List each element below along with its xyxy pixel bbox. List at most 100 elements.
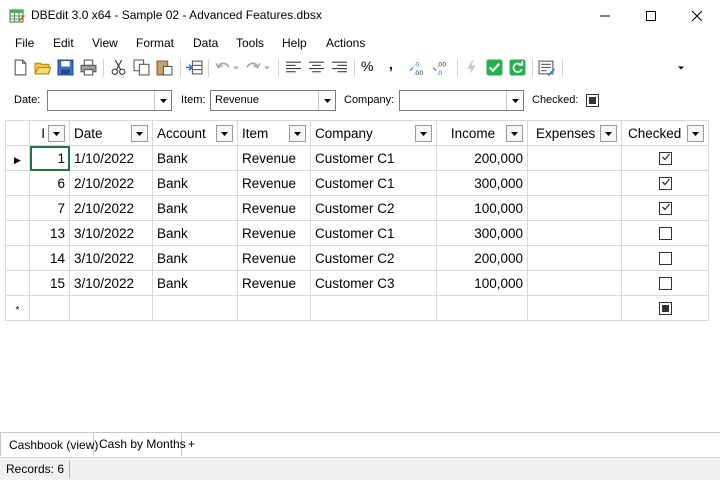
new-row-checkbox[interactable] (658, 302, 672, 316)
chevron-down-icon[interactable] (232, 59, 240, 76)
cell-checked[interactable] (621, 195, 709, 221)
menu-edit[interactable]: Edit (53, 36, 74, 50)
minimize-button[interactable] (582, 0, 628, 31)
cell-checked[interactable] (621, 145, 709, 171)
cell-account[interactable]: Bank (152, 170, 238, 196)
cell-account[interactable]: Bank (152, 195, 238, 221)
column-header-income[interactable]: Income (436, 120, 528, 146)
add-tab-button[interactable]: + (188, 433, 202, 456)
cell-company[interactable]: Customer C3 (310, 270, 437, 296)
cell-company[interactable]: Customer C1 (310, 145, 437, 171)
insert-row-icon[interactable] (186, 59, 203, 76)
row-selector[interactable] (5, 220, 30, 246)
column-header-account[interactable]: Account (152, 120, 238, 146)
cell-item[interactable]: Revenue (237, 195, 311, 221)
paste-icon[interactable] (156, 59, 173, 76)
row-selector[interactable] (5, 195, 30, 221)
cell-item[interactable]: Revenue (237, 245, 311, 271)
column-header-item[interactable]: Item (237, 120, 311, 146)
cell-account[interactable]: Bank (152, 145, 238, 171)
column-header-company[interactable]: Company (310, 120, 437, 146)
cell-account[interactable]: Bank (152, 220, 238, 246)
increase-decimal-icon[interactable]: .0.00 (410, 59, 427, 76)
cell-date[interactable]: 3/10/2022 (69, 245, 153, 271)
menu-tools[interactable]: Tools (236, 36, 264, 50)
filter-dropdown-icon[interactable] (600, 125, 617, 142)
cell-checked[interactable] (621, 245, 709, 271)
cell-company[interactable]: Customer C2 (310, 245, 437, 271)
align-left-icon[interactable] (285, 59, 302, 76)
row-selector[interactable] (5, 245, 30, 271)
table-row[interactable]: 15 3/10/2022 Bank Revenue Customer C3 100,000 (5, 270, 709, 296)
column-header-id[interactable]: I (29, 120, 70, 146)
filter-dropdown-icon[interactable] (687, 125, 704, 142)
properties-icon[interactable] (538, 59, 555, 76)
new-icon[interactable] (12, 59, 29, 76)
cell-id[interactable]: 13 (29, 220, 70, 246)
cell-id[interactable]: 14 (29, 245, 70, 271)
thousands-separator-icon[interactable]: , (389, 56, 406, 73)
cell-income[interactable]: 100,000 (436, 270, 528, 296)
cell-item[interactable]: Revenue (237, 220, 311, 246)
chevron-down-icon[interactable] (154, 91, 171, 110)
cell-item[interactable]: Revenue (237, 145, 311, 171)
cell-expenses[interactable] (527, 170, 622, 196)
overflow-icon[interactable] (676, 59, 686, 76)
row-selector[interactable]: ▶ (5, 145, 30, 171)
cell-date[interactable]: 2/10/2022 (69, 170, 153, 196)
cell-company[interactable]: Customer C2 (310, 195, 437, 221)
cell-expenses[interactable] (527, 270, 622, 296)
tab-cash-by-months[interactable]: Cash by Months (94, 433, 186, 456)
filter-dropdown-icon[interactable] (506, 125, 523, 142)
item-filter-combo[interactable]: Revenue (210, 90, 336, 111)
cell-income[interactable]: 200,000 (436, 145, 528, 171)
cell-company[interactable]: Customer C1 (310, 220, 437, 246)
table-row[interactable]: ▶ 1 1/10/2022 Bank Revenue Customer C1 200,000 (5, 145, 709, 171)
row-checkbox[interactable] (658, 277, 672, 291)
date-filter-combo[interactable] (47, 90, 172, 111)
open-icon[interactable] (34, 59, 51, 76)
row-selector[interactable] (5, 170, 30, 196)
checked-filter-checkbox[interactable] (586, 94, 599, 107)
percent-icon[interactable]: % (361, 58, 378, 75)
cell-id[interactable]: 7 (29, 195, 70, 221)
cell-income[interactable]: 300,000 (436, 170, 528, 196)
menu-view[interactable]: View (92, 36, 118, 50)
cell-item[interactable]: Revenue (237, 170, 311, 196)
filter-dropdown-icon[interactable] (216, 125, 233, 142)
table-row[interactable]: 14 3/10/2022 Bank Revenue Customer C2 200,000 (5, 245, 709, 271)
column-header-checked[interactable]: Checked (621, 120, 709, 146)
filter-dropdown-icon[interactable] (131, 125, 148, 142)
cell-date[interactable]: 1/10/2022 (69, 145, 153, 171)
close-button[interactable] (674, 0, 720, 31)
copy-icon[interactable] (133, 59, 150, 76)
check-icon[interactable] (486, 59, 503, 76)
align-right-icon[interactable] (331, 59, 348, 76)
row-checkbox[interactable] (658, 227, 672, 241)
menu-help[interactable]: Help (282, 36, 307, 50)
cell-checked[interactable] (621, 295, 709, 321)
print-icon[interactable] (80, 59, 97, 76)
cut-icon[interactable] (110, 59, 127, 76)
cell-item[interactable] (237, 295, 311, 321)
chevron-down-icon[interactable] (506, 91, 523, 110)
cell-income[interactable]: 100,000 (436, 195, 528, 221)
row-checkbox[interactable] (658, 202, 672, 216)
tab-cashbook-view[interactable]: Cashbook (view) (0, 433, 98, 456)
cell-id[interactable]: 15 (29, 270, 70, 296)
row-checkbox[interactable] (658, 152, 672, 166)
table-row[interactable]: 7 2/10/2022 Bank Revenue Customer C2 100,000 (5, 195, 709, 221)
menu-format[interactable]: Format (136, 36, 174, 50)
cell-expenses[interactable] (527, 145, 622, 171)
cell-item[interactable]: Revenue (237, 270, 311, 296)
chevron-down-icon[interactable] (318, 91, 335, 110)
align-center-icon[interactable] (308, 59, 325, 76)
cell-checked[interactable] (621, 270, 709, 296)
chevron-down-icon[interactable] (263, 59, 271, 76)
filter-dropdown-icon[interactable] (415, 125, 432, 142)
cell-income[interactable]: 300,000 (436, 220, 528, 246)
cell-income[interactable] (436, 295, 528, 321)
refresh-icon[interactable] (509, 59, 526, 76)
menu-actions[interactable]: Actions (326, 36, 365, 50)
save-icon[interactable] (57, 59, 74, 76)
